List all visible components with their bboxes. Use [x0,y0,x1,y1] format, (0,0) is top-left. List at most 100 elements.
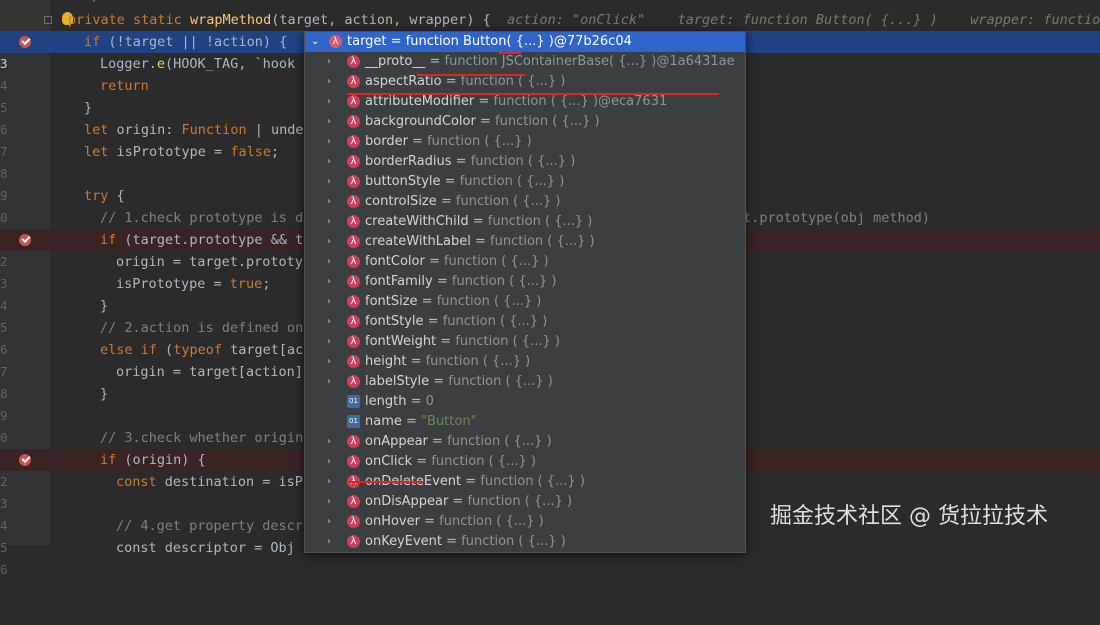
lambda-icon: λ [347,215,360,228]
code-line-declaration[interactable]: 2 private static wrapMethod(target, acti… [0,9,1100,49]
expand-chevron-icon[interactable]: › [327,112,331,132]
tree-row-onKeyEvent[interactable]: › λ onKeyEvent = function ( {...} ) [305,532,745,552]
lambda-icon: λ [347,295,360,308]
watermark: 掘金技术社区 @ 货拉拉技术 [770,504,1048,529]
expand-chevron-icon[interactable]: › [327,352,331,372]
lambda-icon: λ [347,375,360,388]
lambda-icon: λ [347,455,360,468]
expand-chevron-icon[interactable]: › [327,312,331,332]
expand-chevron-icon[interactable]: › [327,372,331,392]
breakpoint-icon[interactable] [19,36,31,48]
lambda-icon: λ [347,115,360,128]
expand-chevron-icon[interactable]: › [327,92,331,112]
fold-marker-icon[interactable] [44,16,52,24]
expand-chevron-icon[interactable]: › [327,272,331,292]
code-text: if (!target || !action) { [84,34,288,50]
expand-chevron-icon[interactable]: › [327,52,331,72]
primitive-icon: 01 [347,415,360,428]
code-comment: // 3.check whether origin [100,430,304,446]
code-comment: // 1.check prototype is de [100,210,312,226]
lambda-icon: λ [347,335,360,348]
code-line: */ [0,0,1100,8]
code-text: origin = target.prototyp [116,254,312,270]
debugger-value-popup[interactable]: ⌄ λ target = function Button( {...} )@77… [304,31,746,553]
tree-row-borderRadius[interactable]: › λ borderRadius = function ( {...} ) [305,152,745,172]
lambda-icon: λ [347,195,360,208]
tree-row-labelStyle[interactable]: › λ labelStyle = function ( {...} ) [305,372,745,392]
tree-row-label: controlSize = function ( {...} ) [365,194,561,209]
tree-row-fontStyle[interactable]: › λ fontStyle = function ( {...} ) [305,312,745,332]
tree-row-buttonStyle[interactable]: › λ buttonStyle = function ( {...} ) [305,172,745,192]
tree-row-fontColor[interactable]: › λ fontColor = function ( {...} ) [305,252,745,272]
expand-chevron-icon[interactable]: › [327,452,331,472]
annotation-underline [499,52,521,54]
breakpoint-icon[interactable] [19,234,31,246]
expand-chevron-icon[interactable]: › [327,292,331,312]
expand-chevron-icon[interactable]: › [327,232,331,252]
tree-row-label: fontWeight = function ( {...} ) [365,334,560,349]
tree-row-onDisAppear[interactable]: › λ onDisAppear = function ( {...} ) [305,492,745,512]
tree-row-border[interactable]: › λ border = function ( {...} ) [305,132,745,152]
expand-chevron-icon[interactable]: › [327,432,331,452]
expand-chevron-icon[interactable]: › [327,492,331,512]
code-text: } [100,386,109,402]
annotation-underline [347,93,719,95]
tree-row-createWithChild[interactable]: › λ createWithChild = function ( {...} ) [305,212,745,232]
annotation-underline [349,481,423,483]
code-text: if (origin) { [100,452,206,468]
tree-row-label: border = function ( {...} ) [365,134,532,149]
expand-chevron-icon[interactable]: › [327,172,331,192]
code-text: let isPrototype = false; [84,144,280,160]
inline-value-hint: action: "onClick" [506,12,646,28]
code-text: } [100,298,109,314]
code-comment: // 4.get property descri [116,518,312,534]
tree-row-target[interactable]: ⌄ λ target = function Button( {...} )@77… [305,32,745,52]
breakpoint-icon[interactable] [19,454,31,466]
expand-chevron-icon[interactable]: › [327,332,331,352]
tree-row-fontWeight[interactable]: › λ fontWeight = function ( {...} ) [305,332,745,352]
tree-row-proto[interactable]: › λ __proto__ = function JSContainerBase( … [305,52,745,72]
code-text: try { [84,188,125,204]
expand-chevron-icon[interactable]: › [327,472,331,492]
expand-chevron-icon[interactable]: › [327,512,331,532]
expand-chevron-icon[interactable]: › [327,152,331,172]
expanded-chevron-icon[interactable]: ⌄ [311,32,319,52]
lambda-icon: λ [347,535,360,548]
code-text: Logger.e(HOOK_TAG, `hook f [100,56,312,72]
tree-row-label: fontColor = function ( {...} ) [365,254,549,269]
line-number: 6 [0,562,8,577]
lambda-icon: λ [347,355,360,368]
tree-row-controlSize[interactable]: › λ controlSize = function ( {...} ) [305,192,745,212]
lambda-icon: λ [347,155,360,168]
tree-row-label: labelStyle = function ( {...} ) [365,374,553,389]
tree-row-fontFamily[interactable]: › λ fontFamily = function ( {...} ) [305,272,745,292]
tree-row-length[interactable]: 01 length = 0 [305,392,745,412]
code-comment: et.prototype(obj method) [735,210,931,226]
tree-row-backgroundColor[interactable]: › λ backgroundColor = function ( {...} ) [305,112,745,132]
tree-row-label: __proto__ = function JSContainerBase( {.… [365,54,735,69]
tree-row-createWithLabel[interactable]: › λ createWithLabel = function ( {...} ) [305,232,745,252]
expand-chevron-icon[interactable]: › [327,132,331,152]
tree-row-label: length = 0 [365,394,434,409]
tree-row-label: fontSize = function ( {...} ) [365,294,542,309]
lambda-icon: λ [347,275,360,288]
tree-row-name[interactable]: 01 name = "Button" [305,412,745,432]
expand-chevron-icon[interactable]: › [327,252,331,272]
expand-chevron-icon[interactable]: › [327,532,331,552]
tree-row-fontSize[interactable]: › λ fontSize = function ( {...} ) [305,292,745,312]
tree-row-onAppear[interactable]: › λ onAppear = function ( {...} ) [305,432,745,452]
tree-row-onClick[interactable]: › λ onClick = function ( {...} ) [305,452,745,472]
expand-chevron-icon[interactable]: › [327,192,331,212]
tree-row-aspectRatio[interactable]: › λ aspectRatio = function ( {...} ) [305,72,745,92]
tree-row-height[interactable]: › λ height = function ( {...} ) [305,352,745,372]
code-text: const descriptor = Obj [116,540,295,556]
code-text: private static wrapMethod(target, action… [68,9,1100,31]
code-text: return [100,78,149,94]
expand-chevron-icon[interactable]: › [327,72,331,92]
expand-chevron-icon[interactable]: › [327,212,331,232]
tree-row-label: backgroundColor = function ( {...} ) [365,114,600,129]
tree-row-onHover[interactable]: › λ onHover = function ( {...} ) [305,512,745,532]
code-text: else if (typeof target[act [100,342,312,358]
tree-row-attributeModifier[interactable]: › λ attributeModifier = function ( {...} )… [305,92,745,112]
lambda-icon: λ [347,315,360,328]
